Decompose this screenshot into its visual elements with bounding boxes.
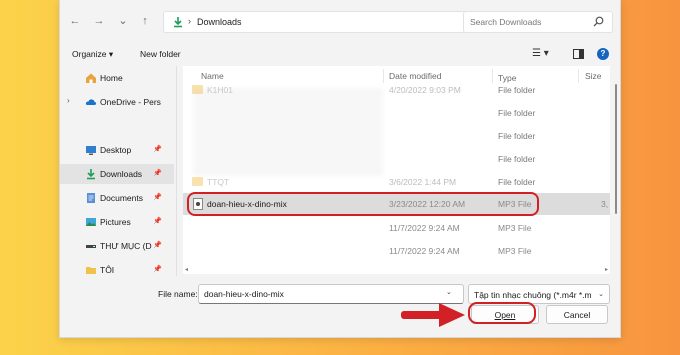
back-arrow-icon[interactable]: ← <box>68 14 82 28</box>
chevron-down-icon[interactable]: ⌄ <box>598 290 604 298</box>
table-row[interactable]: 11/7/2022 9:24 AM MP3 File <box>183 217 610 239</box>
sort-arrow-icon: ^ <box>533 66 537 70</box>
nav-pane-divider <box>176 66 177 276</box>
organize-button[interactable]: Organize ▾ <box>72 49 113 60</box>
horizontal-scrollbar[interactable]: ◂ ▸ <box>183 266 610 276</box>
file-date: 11/7/2022 9:24 AM <box>389 246 460 256</box>
new-folder-button[interactable]: New folder <box>140 49 181 59</box>
navigation-pane: Home › OneDrive - Pers Desktop 📌 Downloa… <box>60 66 177 280</box>
table-row[interactable]: File folder <box>183 125 610 147</box>
file-open-dialog: ← → ⌄ ↑ › Downloads ⌄ ↻ Organize ▾ New f… <box>59 0 621 338</box>
sidebar-item-home[interactable]: Home <box>60 68 174 88</box>
pin-icon: 📌 <box>153 194 162 201</box>
file-type: File folder <box>498 154 536 164</box>
breadcrumb-downloads[interactable]: Downloads <box>197 17 242 27</box>
search-input[interactable] <box>464 12 584 32</box>
toolbar: Organize ▾ New folder ☰ ▾ ? <box>60 44 620 66</box>
pin-icon: 📌 <box>153 218 162 225</box>
file-type-select[interactable]: Tập tin nhạc chuông (*.m4r *.m ⌄ <box>468 284 610 304</box>
preview-pane-icon[interactable] <box>573 49 584 59</box>
scroll-right-icon[interactable]: ▸ <box>605 266 608 273</box>
file-type: File folder <box>498 131 536 141</box>
sidebar-item-label: OneDrive - Pers <box>100 97 161 107</box>
sidebar-item-desktop[interactable]: Desktop 📌 <box>60 140 174 160</box>
file-name-label: File name: <box>158 289 198 299</box>
vertical-scrollbar[interactable] <box>612 66 620 262</box>
open-button[interactable]: Open <box>471 305 539 324</box>
file-type: File folder <box>498 177 536 187</box>
search-icon[interactable] <box>593 16 604 27</box>
downloads-icon <box>174 17 182 28</box>
table-row[interactable]: K1H01 4/20/2022 9:03 PM File folder <box>183 79 610 101</box>
cancel-button[interactable]: Cancel <box>546 305 608 324</box>
address-bar: ← → ⌄ ↑ › Downloads ⌄ ↻ <box>60 8 620 36</box>
home-icon <box>86 73 96 83</box>
download-icon <box>87 169 95 180</box>
search-box[interactable] <box>463 11 613 33</box>
sidebar-item-toi[interactable]: TÔI 📌 <box>60 260 174 280</box>
file-name: K1H01 <box>207 85 233 95</box>
desktop-icon <box>86 146 96 155</box>
view-options-icon[interactable]: ☰ ▾ <box>532 48 549 59</box>
sidebar-item-onedrive[interactable]: › OneDrive - Pers <box>60 92 174 112</box>
file-name: TTQT <box>207 177 230 187</box>
file-type: File folder <box>498 108 536 118</box>
file-type-value: Tập tin nhạc chuông (*.m4r *.m <box>474 290 592 300</box>
file-date: 11/7/2022 9:24 AM <box>389 223 460 233</box>
up-arrow-icon[interactable]: ↑ <box>138 14 152 28</box>
file-type: MP3 File <box>498 246 532 256</box>
sidebar-item-downloads[interactable]: Downloads 📌 <box>60 164 174 184</box>
drive-icon <box>86 245 96 248</box>
table-row[interactable]: File folder <box>183 148 610 170</box>
scrollbar-thumb[interactable] <box>615 84 617 214</box>
cloud-icon <box>85 99 97 105</box>
table-row[interactable]: 11/7/2022 9:24 AM MP3 File <box>183 240 610 262</box>
address-box[interactable]: › Downloads ⌄ ↻ <box>163 11 513 33</box>
sidebar-item-label: Home <box>100 73 123 83</box>
file-date: 3/6/2022 1:44 PM <box>389 177 457 187</box>
sidebar-item-documents[interactable]: Documents 📌 <box>60 188 174 208</box>
table-row[interactable]: File folder <box>183 102 610 124</box>
file-date: 4/20/2022 9:03 PM <box>389 85 461 95</box>
pin-icon: 📌 <box>153 242 162 249</box>
folder-icon <box>192 177 203 186</box>
file-size: 3, <box>601 199 609 209</box>
pin-icon: 📌 <box>153 170 162 177</box>
sidebar-item-pictures[interactable]: Pictures 📌 <box>60 212 174 232</box>
pin-icon: 📌 <box>153 266 162 273</box>
folder-icon <box>192 85 203 94</box>
help-icon[interactable]: ? <box>597 48 609 60</box>
file-name-dropdown-icon[interactable]: ⌄ <box>446 288 452 296</box>
folder-icon <box>86 267 96 274</box>
document-icon <box>87 193 95 203</box>
expand-chevron-icon[interactable]: › <box>67 96 70 105</box>
scroll-left-icon[interactable]: ◂ <box>185 266 188 273</box>
dialog-footer: File name: ⌄ Tập tin nhạc chuông (*.m4r … <box>60 280 620 338</box>
file-list: Name Date modified Type ^ Size K1H01 4/2… <box>183 66 610 274</box>
table-row[interactable]: TTQT 3/6/2022 1:44 PM File folder <box>183 171 610 193</box>
sidebar-item-drive-d[interactable]: THƯ MỤC (D 📌 <box>60 236 174 256</box>
recent-locations-chevron-icon[interactable]: ⌄ <box>116 14 130 28</box>
pin-icon: 📌 <box>153 146 162 153</box>
forward-arrow-icon[interactable]: → <box>92 14 106 28</box>
file-type: File folder <box>498 85 536 95</box>
file-type: MP3 File <box>498 223 532 233</box>
breadcrumb-separator: › <box>188 16 191 26</box>
selected-file-highlight <box>187 192 539 216</box>
pictures-icon <box>86 218 96 226</box>
red-arrow-pointer <box>401 303 465 327</box>
